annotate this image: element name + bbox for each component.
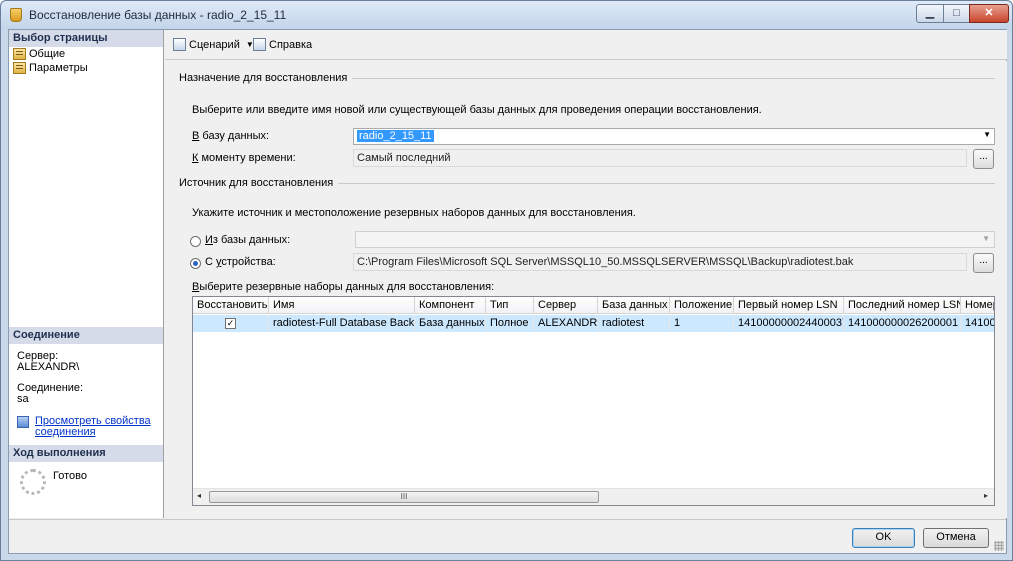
column-header-component[interactable]: Компонент: [415, 297, 486, 314]
destination-description: Выберите или введите имя новой или сущес…: [192, 104, 762, 116]
column-header-position[interactable]: Положение: [670, 297, 734, 314]
from-device-label: С устройства:: [205, 256, 276, 268]
from-device-radio[interactable]: [190, 258, 201, 269]
destination-group-title: Назначение для восстановления: [179, 72, 353, 84]
chevron-down-icon: ▼: [982, 234, 990, 243]
to-database-label: В базу данных:: [192, 130, 269, 142]
database-icon: [10, 8, 22, 22]
backup-sets-label: Выберите резервные наборы данных для вос…: [192, 281, 494, 293]
connection-value: sa: [17, 393, 29, 405]
grid-header: Восстановить Имя Компонент Тип Сервер Ба…: [193, 297, 994, 314]
minimize-button[interactable]: ▁: [916, 4, 944, 23]
resize-grip-icon[interactable]: [994, 541, 1004, 551]
column-header-number[interactable]: Номер: [961, 297, 994, 314]
point-in-time-field[interactable]: Самый последний: [353, 149, 967, 167]
label-text: моменту времени:: [198, 152, 296, 164]
first-lsn-cell: 141000000024400037: [734, 315, 844, 332]
point-in-time-label: К моменту времени:: [192, 152, 296, 164]
script-button[interactable]: Сценарий ▼: [173, 38, 254, 51]
column-header-name[interactable]: Имя: [269, 297, 415, 314]
source-group-title: Источник для восстановления: [179, 177, 339, 189]
help-button[interactable]: Справка: [253, 38, 312, 51]
scroll-left-icon[interactable]: ◂: [197, 491, 201, 500]
properties-icon: [17, 416, 29, 428]
column-header-database[interactable]: База данных: [598, 297, 670, 314]
from-database-label: Из базы данных:: [205, 234, 290, 246]
title-bar[interactable]: Восстановление базы данных - radio_2_15_…: [1, 1, 1012, 29]
help-label: Справка: [269, 38, 313, 51]
chevron-down-icon[interactable]: ▼: [983, 130, 991, 139]
page-item-label: Общие: [29, 48, 66, 60]
progress-spinner-icon: [20, 469, 46, 495]
number-cell: 14100: [961, 315, 994, 332]
column-header-type[interactable]: Тип: [486, 297, 534, 314]
maximize-button[interactable]: □: [943, 4, 970, 23]
column-header-restore[interactable]: Восстановить: [193, 297, 269, 314]
label-text: ыберите резервные наборы данных для восс…: [199, 281, 495, 293]
position-cell: 1: [670, 315, 734, 332]
progress-status: Готово: [53, 470, 87, 482]
database-cell: radiotest: [598, 315, 670, 332]
main-content: Назначение для восстановления Выберите и…: [165, 61, 1007, 518]
component-cell: База данных: [415, 315, 486, 332]
page-item-label: Параметры: [29, 62, 88, 74]
close-button[interactable]: ✕: [969, 4, 1009, 23]
from-database-radio[interactable]: [190, 236, 201, 247]
from-device-path-field[interactable]: C:\Program Files\Microsoft SQL Server\MS…: [353, 253, 967, 271]
access-key: И: [205, 234, 213, 246]
point-in-time-browse-button[interactable]: ...: [973, 149, 994, 169]
select-page-header: Выбор страницы: [9, 30, 163, 47]
window-title: Восстановление базы данных - radio_2_15_…: [29, 8, 287, 22]
restore-database-window: Восстановление базы данных - radio_2_15_…: [0, 0, 1013, 561]
script-label: Сценарий: [189, 38, 240, 51]
name-cell: radiotest-Full Database Backup: [269, 315, 415, 332]
left-panel: Выбор страницы Общие Параметры Соединени…: [9, 30, 164, 518]
script-icon: [173, 38, 186, 51]
backup-sets-grid[interactable]: Восстановить Имя Компонент Тип Сервер Ба…: [192, 296, 995, 506]
column-header-last-lsn[interactable]: Последний номер LSN: [844, 297, 961, 314]
from-database-combo[interactable]: ▼: [355, 231, 995, 248]
restore-cell[interactable]: ✓: [193, 315, 269, 332]
to-database-value: radio_2_15_11: [357, 130, 434, 142]
server-cell: ALEXANDR: [534, 315, 598, 332]
connection-header: Соединение: [9, 327, 163, 344]
page-item-general[interactable]: Общие: [13, 47, 65, 61]
toolbar: Сценарий ▼ Справка: [165, 30, 1007, 60]
progress-header: Ход выполнения: [9, 445, 163, 462]
label-text: з базы данных:: [212, 234, 291, 246]
page-icon: [13, 48, 26, 60]
source-description: Укажите источник и местоположение резерв…: [192, 207, 636, 219]
scroll-thumb[interactable]: III: [209, 491, 599, 503]
from-device-browse-button[interactable]: ...: [973, 253, 994, 273]
cancel-button[interactable]: Отмена: [923, 528, 989, 548]
server-value: ALEXANDR\: [17, 361, 80, 373]
column-header-first-lsn[interactable]: Первый номер LSN: [734, 297, 844, 314]
to-database-combo[interactable]: radio_2_15_11 ▼: [353, 128, 995, 145]
dialog-footer: OK Отмена: [9, 519, 1006, 553]
help-icon: [253, 38, 266, 51]
label-text: базу данных:: [199, 130, 270, 142]
page-icon: [13, 62, 26, 74]
restore-checkbox[interactable]: ✓: [225, 318, 236, 329]
label-text: С: [205, 256, 216, 268]
view-connection-properties-link-cont[interactable]: соединения: [35, 427, 96, 438]
dialog-client: Выбор страницы Общие Параметры Соединени…: [8, 29, 1007, 554]
type-cell: Полное: [486, 315, 534, 332]
column-header-server[interactable]: Сервер: [534, 297, 598, 314]
ok-button[interactable]: OK: [852, 528, 915, 548]
last-lsn-cell: 141000000026200001: [844, 315, 961, 332]
horizontal-scrollbar[interactable]: ◂ III ▸: [193, 488, 994, 505]
label-text: стройства:: [221, 256, 276, 268]
scroll-right-icon[interactable]: ▸: [984, 491, 988, 500]
page-item-options[interactable]: Параметры: [13, 61, 88, 75]
table-row[interactable]: ✓ radiotest-Full Database Backup База да…: [193, 315, 994, 332]
